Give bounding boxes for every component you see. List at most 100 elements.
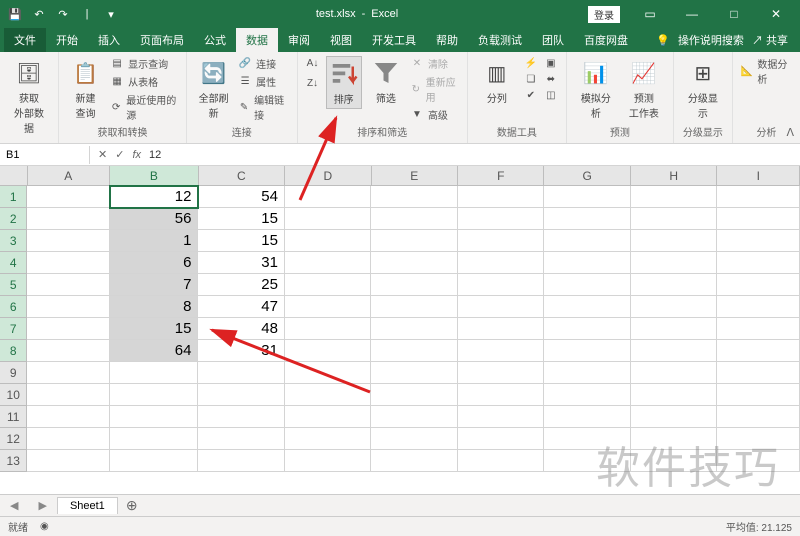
sort-button[interactable]: 排序 bbox=[326, 56, 362, 109]
cell[interactable] bbox=[458, 428, 544, 450]
cell[interactable] bbox=[544, 362, 630, 384]
data-analysis-button[interactable]: 📐数据分析 bbox=[741, 56, 792, 86]
row-header[interactable]: 8 bbox=[0, 340, 27, 362]
row-header[interactable]: 10 bbox=[0, 384, 27, 406]
cell[interactable]: 7 bbox=[110, 274, 198, 296]
cell[interactable] bbox=[198, 450, 284, 472]
cell[interactable]: 25 bbox=[198, 274, 284, 296]
cell[interactable] bbox=[717, 296, 800, 318]
cell[interactable]: 47 bbox=[198, 296, 284, 318]
cell[interactable] bbox=[631, 384, 717, 406]
cell[interactable] bbox=[717, 230, 800, 252]
cell[interactable] bbox=[27, 186, 110, 208]
tab-help[interactable]: 帮助 bbox=[426, 28, 468, 52]
cell[interactable] bbox=[285, 362, 371, 384]
cell[interactable]: 1 bbox=[110, 230, 198, 252]
minimize-icon[interactable]: — bbox=[672, 0, 712, 28]
cell[interactable]: 12 bbox=[110, 186, 198, 208]
reapply-button[interactable]: ↻重新应用 bbox=[410, 74, 459, 104]
tab-review[interactable]: 审阅 bbox=[278, 28, 320, 52]
advanced-filter-button[interactable]: ▼高级 bbox=[410, 107, 459, 122]
from-table-button[interactable]: ▦从表格 bbox=[110, 74, 178, 89]
filter-button[interactable]: 筛选 bbox=[368, 56, 404, 107]
cell[interactable] bbox=[27, 230, 110, 252]
cell[interactable] bbox=[198, 406, 284, 428]
cell[interactable] bbox=[371, 406, 457, 428]
cell[interactable] bbox=[544, 340, 630, 362]
cell[interactable] bbox=[110, 450, 198, 472]
data-validation-button[interactable]: ✔ bbox=[524, 88, 538, 102]
row-header[interactable]: 12 bbox=[0, 428, 27, 450]
relationships-button[interactable]: ⬌ bbox=[544, 72, 558, 86]
formula-input[interactable]: 12 bbox=[149, 149, 161, 161]
tab-insert[interactable]: 插入 bbox=[88, 28, 130, 52]
row-header[interactable]: 5 bbox=[0, 274, 27, 296]
cell[interactable] bbox=[371, 186, 457, 208]
column-header[interactable]: F bbox=[458, 166, 544, 185]
cell[interactable] bbox=[717, 208, 800, 230]
collapse-ribbon-icon[interactable]: ᐱ bbox=[786, 126, 794, 139]
row-header[interactable]: 2 bbox=[0, 208, 27, 230]
cell[interactable] bbox=[371, 252, 457, 274]
sheet-tab[interactable]: Sheet1 bbox=[57, 497, 118, 514]
cell[interactable] bbox=[458, 406, 544, 428]
cell[interactable] bbox=[285, 384, 371, 406]
cell[interactable] bbox=[458, 274, 544, 296]
cell[interactable] bbox=[631, 406, 717, 428]
sort-desc-button[interactable]: Z↓ bbox=[306, 76, 320, 90]
cell[interactable]: 64 bbox=[110, 340, 198, 362]
cell[interactable] bbox=[285, 406, 371, 428]
cell[interactable] bbox=[285, 208, 371, 230]
properties-button[interactable]: ☰属性 bbox=[238, 74, 288, 89]
show-queries-button[interactable]: ▤显示查询 bbox=[110, 56, 178, 71]
cell[interactable] bbox=[544, 186, 630, 208]
cell[interactable] bbox=[27, 406, 110, 428]
text-to-columns-button[interactable]: ▥ 分列 bbox=[476, 56, 518, 107]
cell[interactable] bbox=[27, 428, 110, 450]
cell[interactable] bbox=[717, 274, 800, 296]
row-header[interactable]: 3 bbox=[0, 230, 27, 252]
cell[interactable] bbox=[371, 296, 457, 318]
forecast-button[interactable]: 📈 预测 工作表 bbox=[623, 56, 665, 122]
cell[interactable] bbox=[458, 252, 544, 274]
whatif-button[interactable]: 📊 模拟分析 bbox=[575, 56, 617, 122]
cell[interactable] bbox=[717, 318, 800, 340]
cell[interactable] bbox=[717, 428, 800, 450]
cancel-icon[interactable]: ✕ bbox=[98, 148, 107, 161]
new-query-button[interactable]: 📋 新建 查询 bbox=[67, 56, 104, 122]
cell[interactable]: 6 bbox=[110, 252, 198, 274]
cell[interactable] bbox=[544, 450, 630, 472]
column-header[interactable]: H bbox=[631, 166, 717, 185]
cell[interactable] bbox=[631, 186, 717, 208]
tab-view[interactable]: 视图 bbox=[320, 28, 362, 52]
cell[interactable] bbox=[371, 362, 457, 384]
tab-home[interactable]: 开始 bbox=[46, 28, 88, 52]
cell[interactable] bbox=[458, 186, 544, 208]
cell[interactable]: 31 bbox=[198, 340, 284, 362]
close-icon[interactable]: ✕ bbox=[756, 0, 796, 28]
cell[interactable]: 54 bbox=[198, 186, 284, 208]
cell[interactable] bbox=[631, 274, 717, 296]
cell[interactable] bbox=[544, 252, 630, 274]
sort-asc-button[interactable]: A↓ bbox=[306, 56, 320, 70]
cell[interactable] bbox=[285, 428, 371, 450]
row-header[interactable]: 4 bbox=[0, 252, 27, 274]
cell[interactable] bbox=[110, 384, 198, 406]
manage-model-button[interactable]: ◫ bbox=[544, 88, 558, 102]
cell[interactable] bbox=[371, 230, 457, 252]
cell[interactable] bbox=[631, 252, 717, 274]
cell[interactable] bbox=[27, 318, 110, 340]
column-header[interactable]: G bbox=[544, 166, 630, 185]
cell[interactable] bbox=[285, 186, 371, 208]
cell[interactable] bbox=[27, 296, 110, 318]
cell[interactable] bbox=[27, 384, 110, 406]
tab-file[interactable]: 文件 bbox=[4, 28, 46, 52]
cell[interactable] bbox=[27, 340, 110, 362]
tab-formulas[interactable]: 公式 bbox=[194, 28, 236, 52]
flash-fill-button[interactable]: ⚡ bbox=[524, 56, 538, 70]
macro-record-icon[interactable]: ◉ bbox=[40, 521, 49, 532]
cell[interactable] bbox=[717, 450, 800, 472]
fx-icon[interactable]: fx bbox=[132, 149, 141, 161]
cell[interactable] bbox=[371, 274, 457, 296]
cell[interactable] bbox=[285, 230, 371, 252]
